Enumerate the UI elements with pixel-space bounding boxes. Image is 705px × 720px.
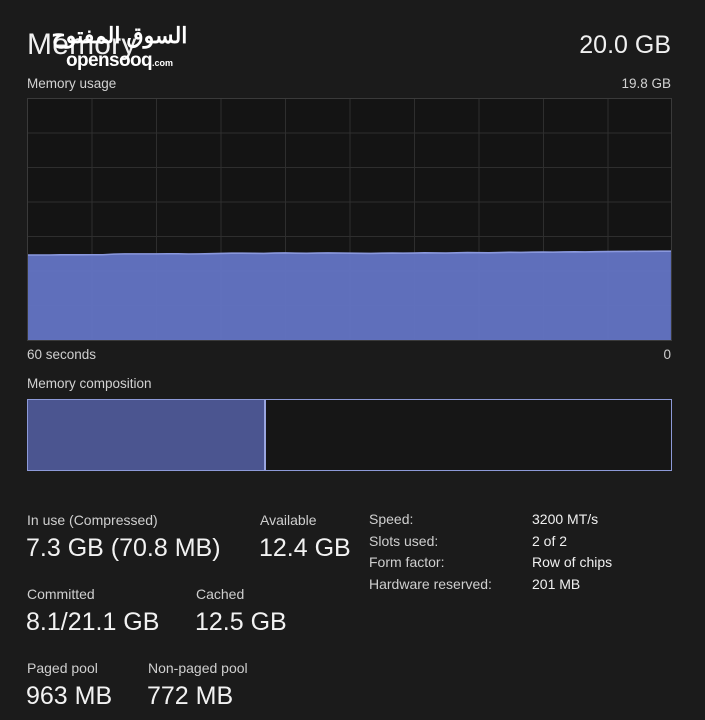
memory-usage-graph — [27, 98, 672, 341]
panel-header: Memory 20.0 GB السوق المفتوح opensooq.co… — [27, 25, 671, 71]
graph-axis-left-label: 60 seconds — [27, 347, 97, 362]
memory-spec-table: Speed: 3200 MT/s Slots used: 2 of 2 Form fac… — [369, 511, 679, 597]
memory-composition-caption: Memory composition — [27, 376, 152, 391]
memory-composition-bar[interactable] — [27, 399, 672, 471]
stat-label-cached: Cached — [196, 586, 245, 602]
spec-key: Slots used: — [369, 532, 439, 549]
stat-value-non-paged-pool: 772 MB — [147, 682, 234, 710]
spec-key: Hardware reserved: — [369, 575, 492, 592]
spec-row: Form factor: Row of chips — [369, 554, 679, 576]
stat-value-paged-pool: 963 MB — [26, 682, 113, 710]
stat-value-in-use: 7.3 GB (70.8 MB) — [26, 534, 221, 562]
memory-usage-max-label: 19.8 GB — [621, 76, 671, 91]
spec-value: 2 of 2 — [532, 532, 568, 549]
page-title: Memory — [27, 28, 137, 61]
stat-value-cached: 12.5 GB — [195, 608, 287, 636]
stat-label-non-paged-pool: Non-paged pool — [148, 660, 248, 676]
stat-label-paged-pool: Paged pool — [27, 660, 98, 676]
spec-value: 3200 MT/s — [532, 511, 599, 527]
memory-usage-area-plot — [28, 250, 671, 340]
stat-label-in-use: In use (Compressed) — [27, 512, 158, 528]
stat-label-available: Available — [260, 512, 317, 528]
spec-row: Slots used: 2 of 2 — [369, 533, 679, 555]
spec-row: Hardware reserved: 201 MB — [369, 576, 679, 598]
stat-label-committed: Committed — [27, 586, 95, 602]
spec-value: Row of chips — [532, 554, 613, 570]
spec-row: Speed: 3200 MT/s — [369, 511, 679, 533]
stat-value-available: 12.4 GB — [259, 534, 351, 562]
composition-segment-in-use[interactable] — [28, 400, 266, 470]
graph-axis-right-label: 0 — [663, 347, 671, 362]
composition-segment-free[interactable] — [265, 400, 671, 470]
spec-value: 201 MB — [532, 575, 581, 592]
stat-value-committed: 8.1/21.1 GB — [26, 608, 160, 636]
memory-performance-panel: Memory 20.0 GB السوق المفتوح opensooq.co… — [0, 0, 705, 720]
total-memory-value: 20.0 GB — [579, 31, 671, 59]
spec-key: Speed: — [369, 511, 414, 527]
memory-usage-caption: Memory usage — [27, 76, 117, 91]
spec-key: Form factor: — [369, 554, 445, 570]
